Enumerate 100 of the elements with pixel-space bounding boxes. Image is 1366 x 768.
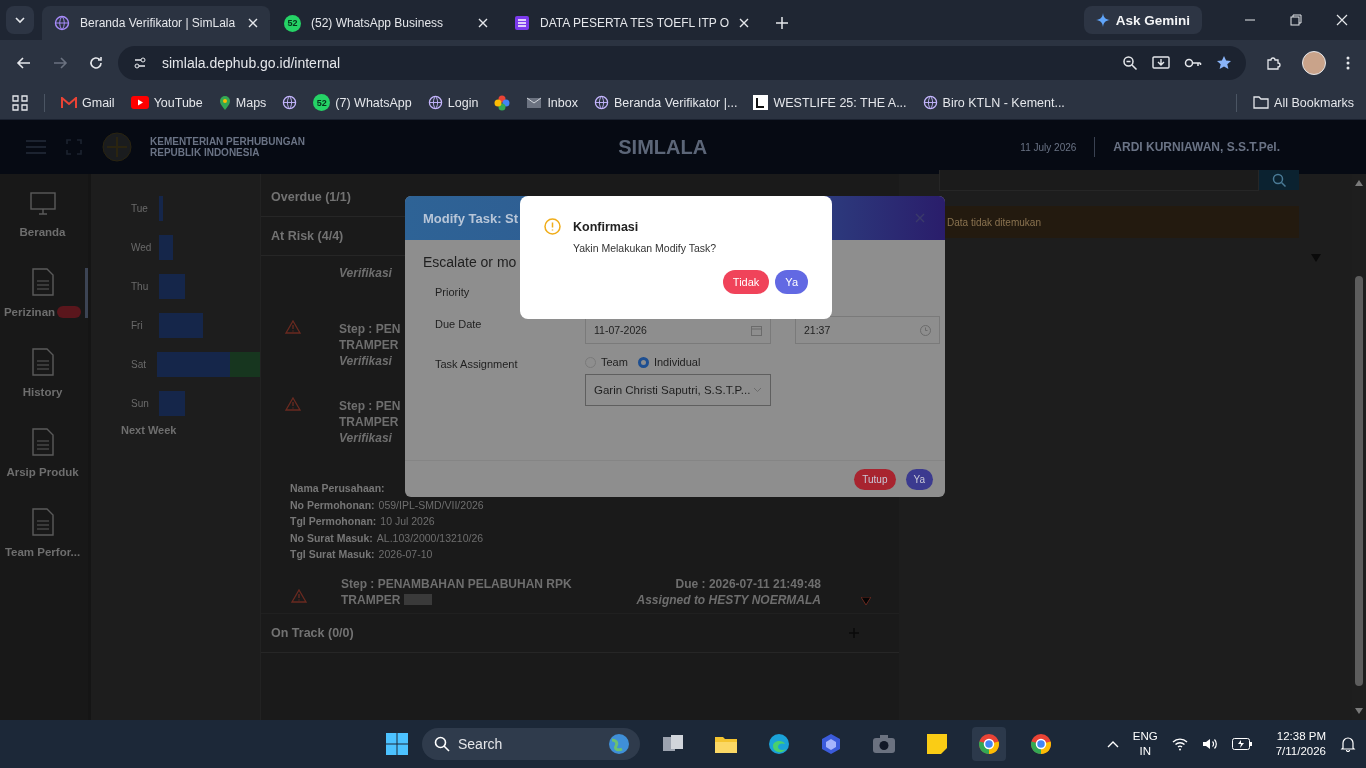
more-menu-icon[interactable]: [1346, 55, 1350, 71]
chrome-taskbar-button[interactable]: [972, 727, 1006, 761]
bookmark[interactable]: [282, 95, 298, 110]
detail-label: Tgl Permohonan:: [290, 514, 377, 529]
battery-icon[interactable]: [1231, 738, 1252, 750]
bookmark[interactable]: Gmail: [61, 95, 115, 110]
address-bar[interactable]: simlala.dephub.go.id/internal: [118, 46, 1246, 80]
search-button[interactable]: [1259, 170, 1299, 190]
ask-gemini-button[interactable]: Ask Gemini: [1083, 6, 1202, 34]
detail-label: Tgl Surat Masuk:: [290, 547, 375, 562]
bookmark[interactable]: 52 (7) WhatsApp: [313, 94, 412, 111]
bookmark[interactable]: YouTube: [130, 95, 203, 110]
step-title: Step : PEN: [339, 399, 399, 413]
sidebar-label: Team Perfor...: [4, 546, 81, 558]
back-arrow-icon[interactable]: [16, 55, 32, 71]
wifi-icon[interactable]: [1171, 737, 1188, 751]
time-field[interactable]: 21:37: [795, 316, 940, 344]
taskbar-search[interactable]: Search: [422, 728, 640, 760]
chevron-up-icon[interactable]: [1106, 740, 1119, 748]
user-name: ARDI KURNIAWAN, S.S.T.Pel.: [1113, 140, 1280, 154]
step-title: Step : PEN: [339, 322, 399, 336]
chart-bar: [159, 196, 163, 221]
scroll-down-icon[interactable]: [1355, 708, 1363, 714]
folder-icon[interactable]: [714, 734, 738, 754]
hexagon-app-icon[interactable]: [820, 733, 842, 755]
step-status: Verifikasi: [339, 266, 393, 280]
profile-avatar[interactable]: [1302, 51, 1326, 75]
close-button[interactable]: Tutup: [854, 468, 896, 490]
scrollbar-thumb[interactable]: [1355, 276, 1363, 686]
chrome-taskbar-button[interactable]: [1030, 733, 1052, 755]
dialog-message: Yakin Melakukan Modify Task?: [573, 242, 717, 254]
puzzle-piece-icon[interactable]: [1266, 55, 1282, 71]
sidebar-label: Beranda: [19, 226, 66, 238]
chrome-icon: [978, 733, 1000, 755]
sidebar-label: History: [22, 386, 63, 398]
speaker-icon[interactable]: [1201, 737, 1218, 751]
tab-search-button[interactable]: [6, 6, 34, 34]
document-icon: [31, 348, 54, 376]
browser-tab[interactable]: 52 (52) WhatsApp Business: [272, 6, 500, 40]
field-label: Priority: [435, 285, 471, 298]
monitor-icon: [29, 192, 56, 216]
zoom-icon[interactable]: [1122, 55, 1138, 71]
bookmark[interactable]: Biro KTLN - Kement...: [922, 95, 1065, 110]
edge-browser-icon[interactable]: [768, 733, 790, 755]
chevron-down-icon: [753, 387, 762, 393]
detail-label: Nama Perusahaan:: [290, 481, 385, 496]
day-label: Tue: [131, 203, 149, 214]
radio-option[interactable]: Individual: [637, 356, 701, 368]
confirm-button[interactable]: Ya: [775, 270, 808, 294]
windows-logo-icon[interactable]: [386, 733, 408, 755]
radio-button[interactable]: [637, 356, 649, 368]
warning-icon: [285, 320, 301, 334]
radio-option[interactable]: Team: [585, 356, 628, 368]
all-bookmarks-folder[interactable]: All Bookmarks: [1253, 95, 1354, 110]
browser-tab[interactable]: DATA PESERTA TES TOEFL ITP O: [502, 6, 762, 40]
group-header[interactable]: On Track (0/0): [261, 612, 899, 653]
system-clock[interactable]: 12:38 PM 7/11/2026: [1275, 729, 1326, 759]
bookmark[interactable]: [494, 94, 511, 111]
bookmark[interactable]: Inbox: [526, 95, 578, 110]
site-settings-icon[interactable]: [132, 55, 148, 71]
restore-icon[interactable]: [1290, 14, 1302, 26]
install-app-icon[interactable]: [1152, 55, 1170, 71]
bookmark[interactable]: Maps: [218, 94, 267, 111]
warning-icon: [285, 397, 301, 411]
chart-bar: [159, 313, 203, 338]
globe-icon: [922, 95, 938, 110]
bookmark[interactable]: Login: [427, 95, 479, 110]
assignee-select[interactable]: Garin Christi Saputri, S.S.T.P...: [585, 374, 771, 406]
apps-grid-icon[interactable]: [12, 94, 28, 111]
sticky-note-icon[interactable]: [926, 733, 948, 755]
detail-label: No Surat Masuk:: [290, 530, 373, 546]
bookmark[interactable]: WESTLIFE 25: THE A...: [753, 95, 907, 110]
chart-bar: [159, 235, 173, 260]
language-indicator[interactable]: ENG IN: [1132, 729, 1158, 759]
field-label: Due Date: [435, 317, 483, 330]
chevron-down-icon: [14, 14, 26, 26]
confirm-button[interactable]: Ya: [905, 468, 933, 490]
warning-icon: [544, 218, 561, 235]
step-title: TRAMPER: [339, 338, 399, 352]
dialog-title: Konfirmasi: [573, 220, 640, 234]
search-icon: [434, 736, 450, 752]
sparkle-icon: [1095, 13, 1110, 27]
browser-tab[interactable]: Beranda Verifikator | SimLala: [42, 6, 270, 40]
notification-bell-icon[interactable]: [1340, 736, 1356, 752]
bookmark[interactable]: Beranda Verifikator |...: [593, 95, 738, 110]
reload-icon[interactable]: [88, 55, 104, 71]
globe-icon: [282, 95, 298, 110]
search-field[interactable]: [939, 170, 1259, 191]
day-label: Sun: [131, 398, 150, 409]
scroll-up-icon[interactable]: [1355, 180, 1363, 186]
cancel-button[interactable]: Tidak: [722, 270, 770, 294]
document-icon: [31, 508, 54, 536]
globe-icon: [54, 15, 70, 31]
day-label: Fri: [131, 320, 144, 331]
star-icon[interactable]: [1216, 55, 1232, 71]
forward-arrow-icon[interactable]: [52, 55, 68, 71]
map-pin-icon: [218, 94, 231, 111]
chat-count-badge: 52: [313, 94, 331, 111]
task-view-icon[interactable]: [662, 734, 684, 754]
camera-icon[interactable]: [872, 734, 896, 754]
